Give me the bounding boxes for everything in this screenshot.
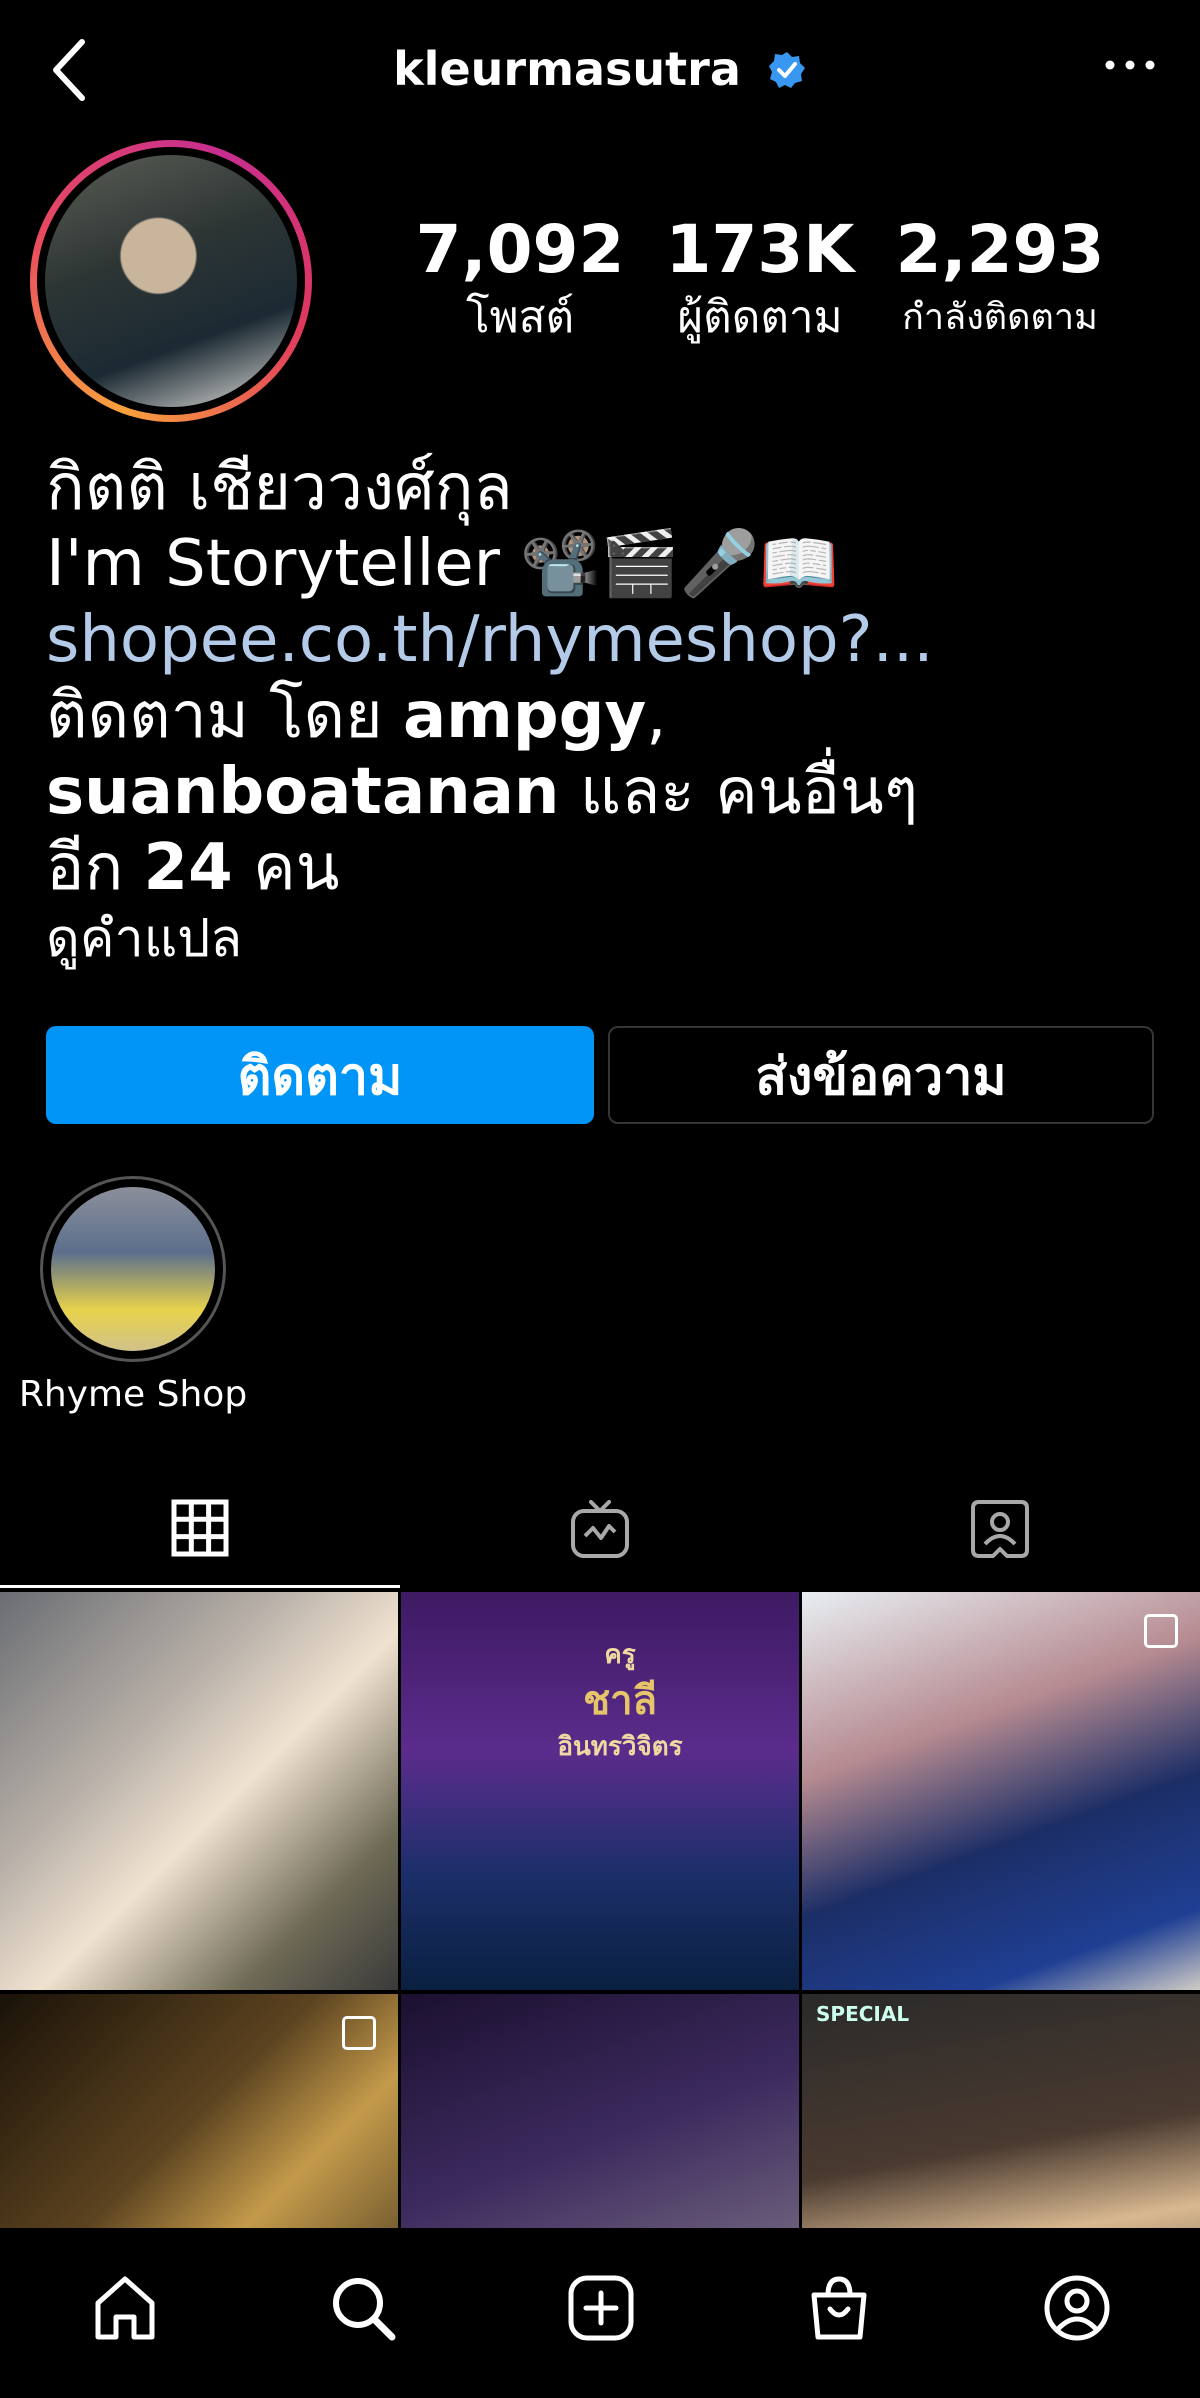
stat-label: กำลังติดตาม — [902, 297, 1098, 338]
avatar-image — [45, 155, 297, 407]
carousel-icon — [342, 2016, 376, 2050]
highlight-cover-image — [51, 1187, 215, 1351]
tab-tagged[interactable] — [800, 1470, 1200, 1588]
nav-search-button[interactable] — [313, 2258, 413, 2358]
count-prefix: อีก — [46, 831, 144, 905]
followed-by[interactable]: ติดตาม โดย ampgy, — [46, 678, 1166, 754]
post-thumbnail[interactable]: ครู ชาลี อินทรวิจิตร — [401, 1592, 799, 1990]
stat-label: โพสต์ — [465, 292, 575, 343]
grid-icon — [171, 1499, 229, 1556]
profile-stats: 7,092 โพสต์ 173K ผู้ติดตาม 2,293 กำลังติ… — [410, 210, 1110, 360]
followed-by-user: suanboatanan — [46, 755, 560, 829]
highlight-label: Rhyme Shop — [18, 1374, 248, 1415]
post-overlay-text: SPECIAL — [816, 2002, 910, 2026]
post-thumbnail[interactable] — [0, 1592, 398, 1990]
username: kleurmasutra — [393, 42, 741, 96]
followed-by-prefix: ติดตาม โดย — [46, 679, 403, 753]
home-icon — [95, 2276, 155, 2340]
stat-value: 7,092 — [415, 211, 625, 288]
shop-icon — [811, 2276, 867, 2340]
display-name: กิตติ เชียววงศ์กุล — [46, 451, 513, 525]
following-count[interactable]: 2,293 กำลังติดตาม — [880, 210, 1120, 346]
tab-igtv[interactable] — [400, 1470, 800, 1588]
bio-tagline: I'm Storyteller 📽️🎬🎤📖 — [46, 527, 840, 601]
stat-value: 173K — [665, 211, 855, 288]
igtv-icon — [571, 1500, 629, 1558]
search-icon — [333, 2278, 396, 2341]
verified-badge-icon — [768, 51, 805, 88]
avatar-frame — [37, 147, 305, 415]
new-post-icon — [568, 2275, 634, 2341]
username-title: kleurmasutra — [0, 42, 1200, 96]
bio-link[interactable]: shopee.co.th/rhymeshop?... — [46, 602, 1166, 678]
count-suffix: คน — [232, 831, 340, 905]
nav-profile-button[interactable] — [1027, 2258, 1127, 2358]
followed-by-user: ampgy — [402, 679, 647, 753]
followed-by-count: 24 — [143, 831, 233, 905]
post-thumbnail[interactable] — [802, 1592, 1200, 1990]
followers-count[interactable]: 173K ผู้ติดตาม — [650, 210, 870, 346]
profile-avatar[interactable] — [30, 140, 312, 422]
profile-header: kleurmasutra — [0, 0, 1200, 150]
more-icon — [1105, 60, 1155, 70]
post-artwork-text: ครู ชาลี อินทรวิจิตร — [471, 1632, 769, 1770]
nav-home-button[interactable] — [75, 2258, 175, 2358]
more-options-button[interactable] — [1100, 50, 1160, 80]
bottom-navigation — [0, 2228, 1200, 2398]
separator: , — [646, 679, 667, 753]
nav-new-post-button[interactable] — [551, 2258, 651, 2358]
tagged-icon — [971, 1500, 1029, 1558]
profile-bio: กิตติ เชียววงศ์กุล I'm Storyteller 📽️🎬🎤📖… — [46, 450, 1166, 972]
posts-count[interactable]: 7,092 โพสต์ — [410, 210, 630, 346]
follow-button[interactable]: ติดตาม — [46, 1026, 594, 1124]
see-translation-link[interactable]: ดูคำแปล — [46, 906, 1166, 972]
caption-small: อินทรวิจิตร — [557, 1732, 683, 1762]
profile-icon — [1044, 2275, 1110, 2341]
caption-small: ครู — [604, 1640, 636, 1670]
followed-by-count-line[interactable]: อีก 24 คน — [46, 830, 1166, 906]
message-button[interactable]: ส่งข้อความ — [608, 1026, 1154, 1124]
tab-posts-grid[interactable] — [0, 1470, 400, 1588]
profile-tabs — [0, 1470, 1200, 1590]
carousel-icon — [1144, 1614, 1178, 1648]
caption-main: ชาลี — [582, 1677, 658, 1724]
stat-value: 2,293 — [895, 211, 1105, 288]
nav-shop-button[interactable] — [789, 2258, 889, 2358]
story-highlight[interactable] — [40, 1176, 226, 1362]
stat-label: ผู้ติดตาม — [677, 292, 843, 343]
followed-by-others: และ คนอื่นๆ — [559, 755, 919, 829]
followed-by-cont[interactable]: suanboatanan และ คนอื่นๆ — [46, 754, 1166, 830]
posts-grid: ครู ชาลี อินทรวิจิตร SPECIAL — [0, 1592, 1200, 2392]
